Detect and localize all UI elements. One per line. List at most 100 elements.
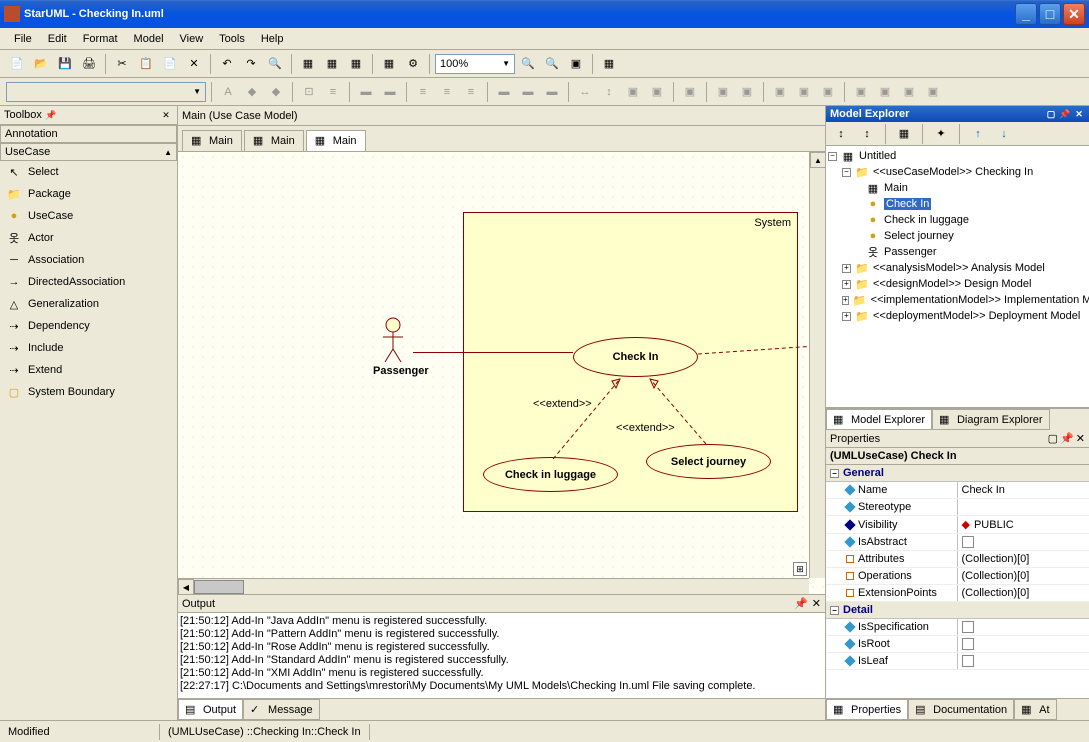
tree-node-checkin[interactable]: ●Check In <box>828 196 1087 212</box>
tab-model-explorer[interactable]: ▦Model Explorer <box>826 409 932 430</box>
prop-row-isspecification[interactable]: IsSpecification <box>826 619 1089 636</box>
menu-format[interactable]: Format <box>75 31 126 47</box>
tab-properties[interactable]: ▦Properties <box>826 699 908 720</box>
prop-row-attributes[interactable]: Attributes(Collection)[0] <box>826 551 1089 568</box>
tab-diagram-explorer[interactable]: ▦Diagram Explorer <box>932 409 1050 430</box>
vertical-scrollbar[interactable]: ▲ <box>809 152 825 578</box>
bring-front-button[interactable]: ▣ <box>622 81 644 103</box>
fill-button-2[interactable]: ▬ <box>379 81 401 103</box>
diagram-button-1[interactable]: ▦ <box>297 53 319 75</box>
line-button-2[interactable]: ≡ <box>322 81 344 103</box>
explorer-sort-button-1[interactable]: ↕ <box>830 123 852 145</box>
toolbox-item-actor[interactable]: 옷Actor <box>0 227 177 249</box>
explorer-menu-button[interactable]: ▢ <box>1045 108 1057 120</box>
misc-button-7[interactable]: ▣ <box>850 81 872 103</box>
toolbox-item-association[interactable]: ─Association <box>0 249 177 271</box>
menu-view[interactable]: View <box>172 31 212 47</box>
prop-row-visibility[interactable]: Visibility◆ PUBLIC <box>826 516 1089 534</box>
output-tab-output[interactable]: ▤Output <box>178 699 243 720</box>
redo-button[interactable]: ↷ <box>240 53 262 75</box>
minimize-button[interactable]: _ <box>1015 3 1037 25</box>
delete-button[interactable]: ✕ <box>183 53 205 75</box>
align-button-8[interactable]: ↕ <box>598 81 620 103</box>
explorer-filter-button[interactable]: ▦ <box>893 123 915 145</box>
misc-button-1[interactable]: ▣ <box>679 81 701 103</box>
expand-icon[interactable]: + <box>842 264 851 273</box>
misc-button-3[interactable]: ▣ <box>736 81 758 103</box>
model-tree[interactable]: −▦Untitled −📁<<useCaseModel>> Checking I… <box>826 146 1089 408</box>
prop-row-isabstract[interactable]: IsAbstract <box>826 534 1089 551</box>
prop-checkbox[interactable] <box>962 536 974 548</box>
toolbox-item-system-boundary[interactable]: ▢System Boundary <box>0 381 177 403</box>
prop-checkbox[interactable] <box>962 621 974 633</box>
align-button-2[interactable]: ≡ <box>436 81 458 103</box>
open-button[interactable]: 📂 <box>30 53 52 75</box>
usecase-luggage[interactable]: Check in luggage <box>483 457 618 492</box>
paste-button[interactable]: 📄 <box>159 53 181 75</box>
align-button-5[interactable]: ▬ <box>517 81 539 103</box>
prop-checkbox[interactable] <box>962 655 974 667</box>
misc-button-6[interactable]: ▣ <box>817 81 839 103</box>
zoom-in-button[interactable]: 🔍 <box>517 53 539 75</box>
output-close-button[interactable]: ✕ <box>812 597 821 610</box>
zoom-overview-button[interactable]: ⊞ <box>793 562 807 576</box>
toolbox-item-usecase[interactable]: ●UseCase <box>0 205 177 227</box>
prop-row-isleaf[interactable]: IsLeaf <box>826 653 1089 670</box>
explorer-down-button[interactable]: ↓ <box>993 123 1015 145</box>
output-pin-button[interactable]: 📌 <box>794 597 808 610</box>
extend-line-journey[interactable] <box>648 377 718 447</box>
options-button[interactable]: ⚙ <box>402 53 424 75</box>
horizontal-scrollbar[interactable]: ◀ <box>178 578 809 594</box>
toolbox-pin-button[interactable]: 📌 <box>44 108 58 122</box>
toolbox-item-generalization[interactable]: △Generalization <box>0 293 177 315</box>
explorer-up-button[interactable]: ↑ <box>967 123 989 145</box>
align-button-6[interactable]: ▬ <box>541 81 563 103</box>
fill-button[interactable]: ▬ <box>355 81 377 103</box>
new-button[interactable]: 📄 <box>6 53 28 75</box>
close-button[interactable]: ✕ <box>1063 3 1085 25</box>
align-button-7[interactable]: ↔ <box>574 81 596 103</box>
diagram-button-4[interactable]: ▦ <box>378 53 400 75</box>
tab-attachments[interactable]: ▦At <box>1014 699 1056 720</box>
prop-row-extensionpoints[interactable]: ExtensionPoints(Collection)[0] <box>826 585 1089 602</box>
misc-button-10[interactable]: ▣ <box>922 81 944 103</box>
line-button-1[interactable]: ⊡ <box>298 81 320 103</box>
zoom-out-button[interactable]: 🔍 <box>541 53 563 75</box>
toolbox-annotation-section[interactable]: Annotation <box>0 125 177 143</box>
zoom-combo[interactable]: 100%▼ <box>435 54 515 74</box>
save-button[interactable]: 💾 <box>54 53 76 75</box>
actor-passenger[interactable]: Passenger <box>373 317 413 377</box>
font-button-3[interactable]: ◆ <box>265 81 287 103</box>
menu-file[interactable]: File <box>6 31 40 47</box>
explorer-close-button[interactable]: ✕ <box>1073 108 1085 120</box>
menu-tools[interactable]: Tools <box>211 31 253 47</box>
prop-row-name[interactable]: NameCheck In <box>826 482 1089 499</box>
view-button[interactable]: ▦ <box>598 53 620 75</box>
explorer-sort-button-2[interactable]: ↕ <box>856 123 878 145</box>
misc-button-2[interactable]: ▣ <box>712 81 734 103</box>
toolbox-item-dependency[interactable]: ⇢Dependency <box>0 315 177 337</box>
toolbox-close-button[interactable]: ✕ <box>159 108 173 122</box>
misc-button-5[interactable]: ▣ <box>793 81 815 103</box>
toolbox-item-directedassociation[interactable]: →DirectedAssociation <box>0 271 177 293</box>
association-line[interactable] <box>413 352 573 353</box>
toolbox-item-select[interactable]: ↖Select <box>0 161 177 183</box>
output-content[interactable]: [21:50:12] Add-In "Java AddIn" menu is r… <box>178 613 825 698</box>
cut-button[interactable]: ✂ <box>111 53 133 75</box>
prop-row-stereotype[interactable]: Stereotype <box>826 499 1089 516</box>
zoom-fit-button[interactable]: ▣ <box>565 53 587 75</box>
props-group-detail[interactable]: −Detail <box>826 602 1089 619</box>
props-menu-button[interactable]: ▢ <box>1048 432 1058 445</box>
toolbox-usecase-section[interactable]: UseCase ▲ <box>0 143 177 161</box>
find-button[interactable]: 🔍 <box>264 53 286 75</box>
extend-line-luggage[interactable] <box>548 377 638 462</box>
props-group-general[interactable]: −General <box>826 465 1089 482</box>
prop-row-operations[interactable]: Operations(Collection)[0] <box>826 568 1089 585</box>
menu-model[interactable]: Model <box>126 31 172 47</box>
explorer-pin-button[interactable]: 📌 <box>1059 108 1071 120</box>
expand-icon[interactable]: + <box>842 280 851 289</box>
tab-documentation[interactable]: ▤Documentation <box>908 699 1014 720</box>
expand-icon[interactable]: + <box>842 296 849 305</box>
font-button-1[interactable]: A <box>217 81 239 103</box>
diagram-canvas[interactable]: System Passenger Check <box>178 152 825 594</box>
